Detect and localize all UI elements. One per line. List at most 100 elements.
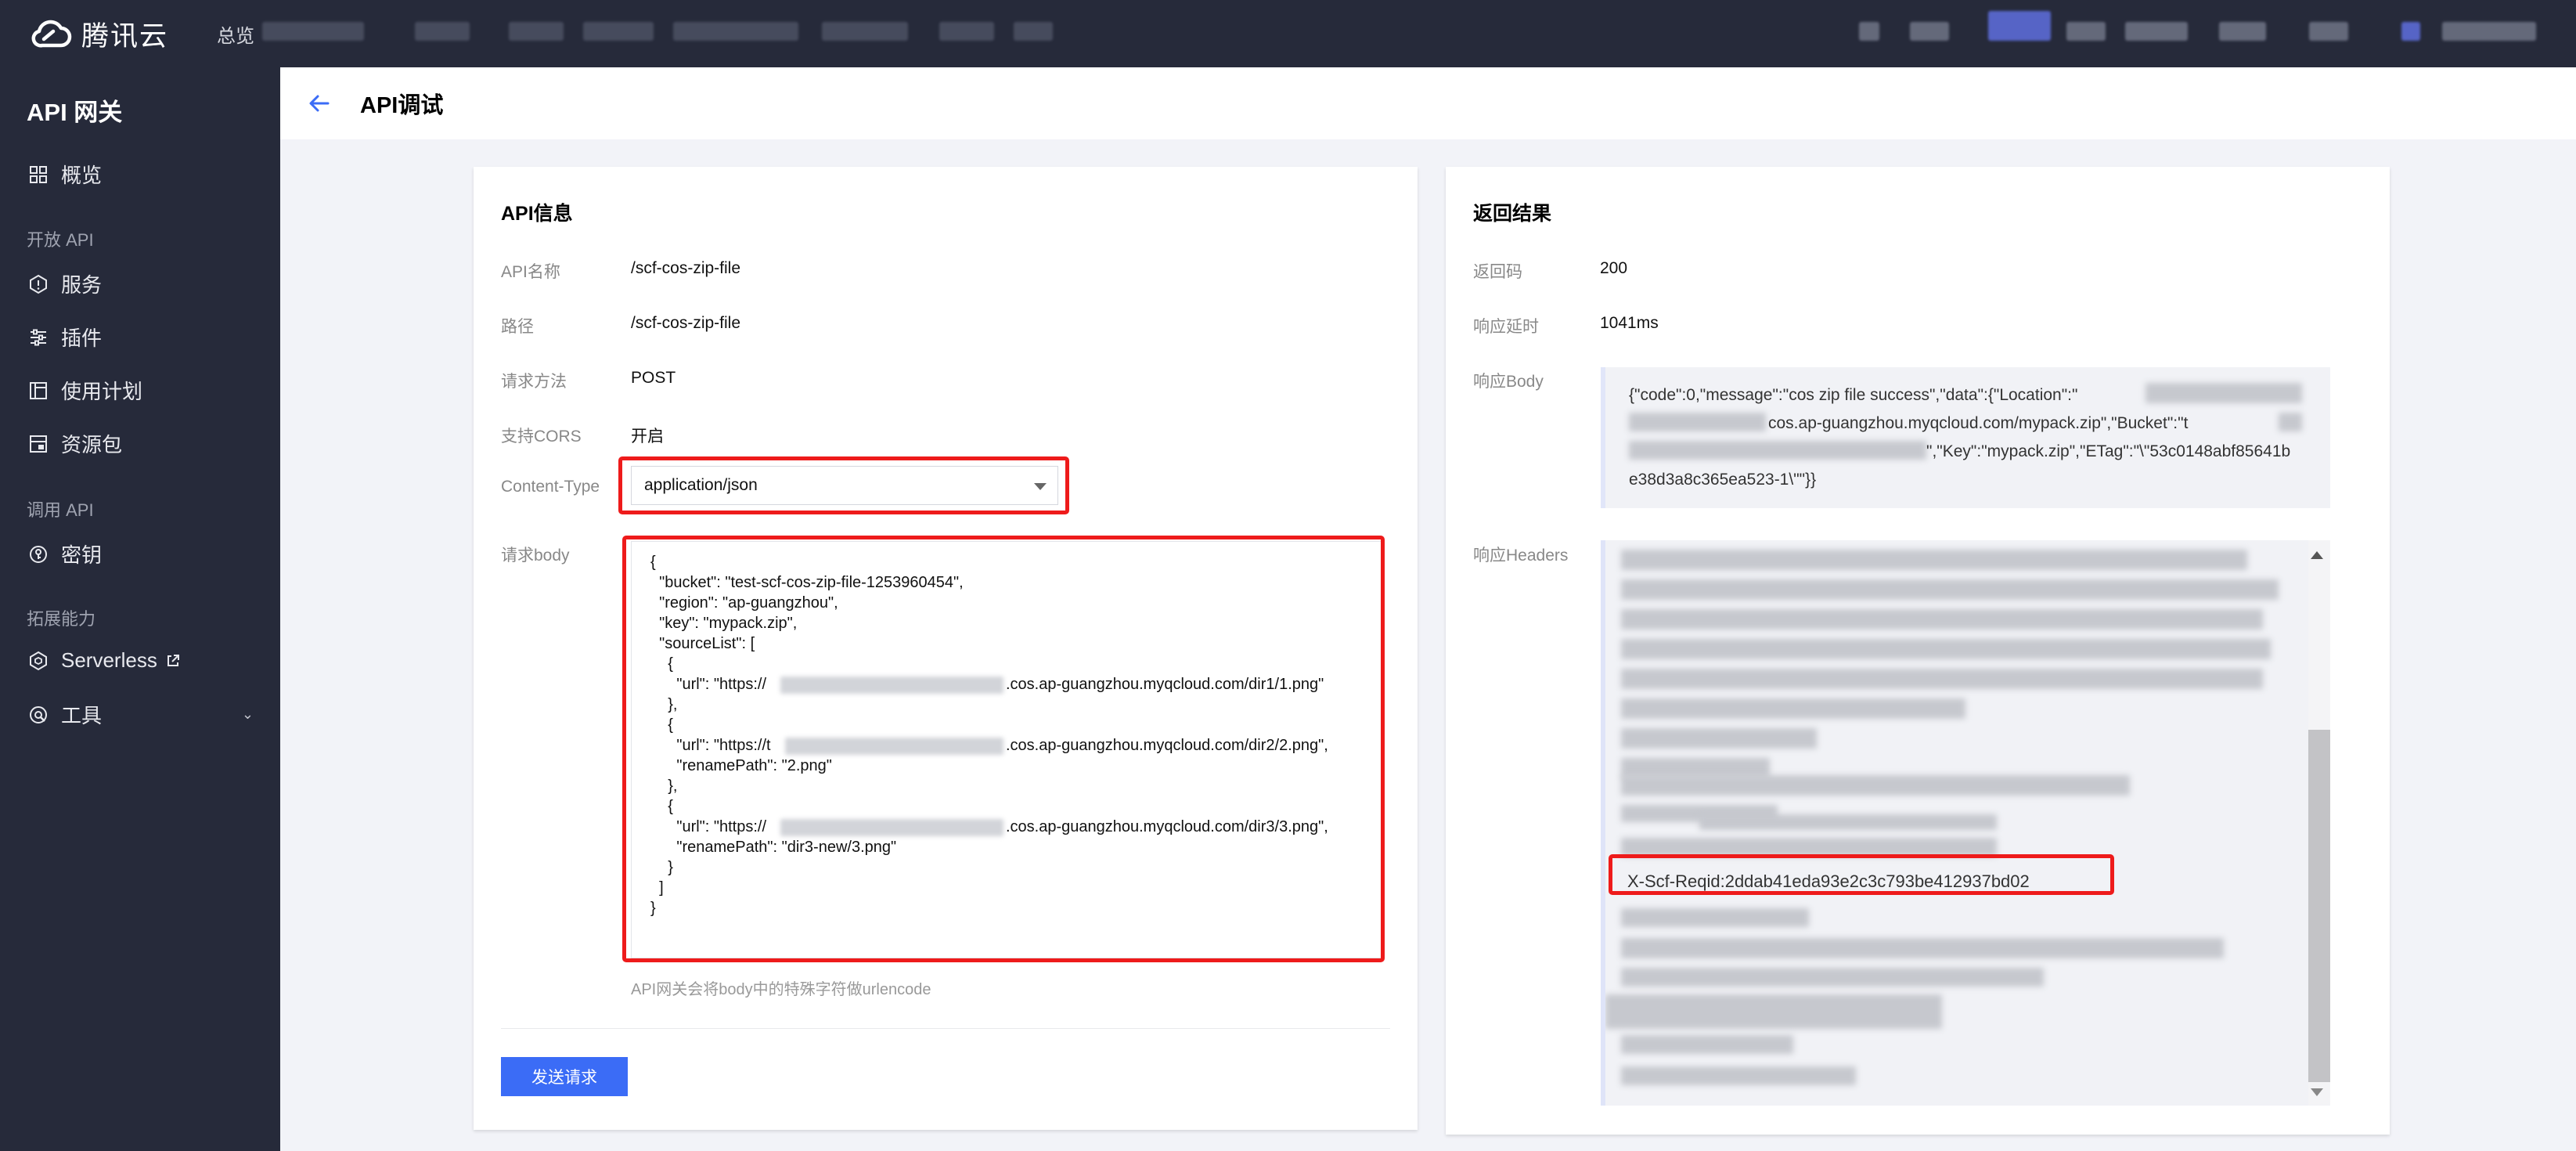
blurred-tool-item[interactable] — [2309, 22, 2348, 41]
blurred-url — [780, 819, 1003, 836]
content-type-select[interactable]: application/json — [631, 466, 1058, 505]
headers-scrollbar[interactable] — [2308, 540, 2330, 1106]
blurred-header-line — [1699, 814, 1997, 830]
blurred-header-line — [1621, 639, 2271, 659]
grid-icon — [27, 163, 50, 186]
api-name-value: /scf-cos-zip-file — [631, 259, 741, 277]
sidebar-group-extend: 拓展能力 — [27, 609, 96, 629]
scrollbar-thumb[interactable] — [2308, 730, 2330, 1082]
blurred-header-line — [1621, 1035, 1793, 1054]
scroll-down-arrow-icon[interactable] — [2311, 1088, 2323, 1096]
response-body-line: ","Key":"mypack.zip","ETag":"\"53c0148ab… — [1926, 442, 2291, 460]
result-card: 返回结果 返回码 200 响应延时 1041ms 响应Body {"code":… — [1446, 167, 2390, 1135]
sidebar-item-tools[interactable]: 工具 ⌄ — [27, 700, 261, 729]
plugin-icon — [27, 326, 50, 349]
blurred-header-line — [1621, 938, 2224, 958]
api-name-label: API名称 — [501, 263, 560, 281]
path-label: 路径 — [501, 318, 534, 336]
blurred-header-line — [1621, 609, 2263, 630]
sidebar-item-usage-plan[interactable]: 使用计划 — [27, 376, 261, 405]
blurred-tool-item[interactable] — [2125, 22, 2188, 41]
request-body-editor[interactable]: { "bucket": "test-scf-cos-zip-file-12539… — [631, 541, 1382, 958]
response-body-label: 响应Body — [1473, 373, 1544, 391]
response-headers-box[interactable]: X-Scf-Reqid:2ddab41eda93e2c3c793be412937… — [1601, 540, 2330, 1106]
code-line: } — [650, 859, 673, 876]
blurred-nav-item[interactable] — [415, 22, 470, 41]
content-type-label: Content-Type — [501, 478, 600, 496]
blurred-nav-item[interactable] — [1014, 22, 1053, 41]
blurred-nav-item[interactable] — [583, 22, 654, 41]
sidebar-item-service[interactable]: 服务 — [27, 269, 261, 298]
code-line: }, — [650, 696, 678, 713]
code-line: { — [650, 716, 673, 734]
blurred-tool-item[interactable] — [2219, 22, 2266, 41]
page-title: API调试 — [360, 93, 444, 118]
response-headers-label: 响应Headers — [1473, 547, 1569, 565]
blurred-nav-item[interactable] — [262, 22, 364, 41]
blurred-avatar[interactable] — [2401, 22, 2420, 41]
sidebar-group-open-api: 开放 API — [27, 230, 94, 250]
code-line: "sourceList": [ — [650, 635, 755, 652]
sidebar-item-label: 工具 — [61, 704, 103, 727]
blurred-header-line — [1621, 550, 2247, 570]
blurred-header-line — [1621, 579, 2279, 600]
latency-label: 响应延时 — [1473, 318, 1539, 336]
caret-down-icon — [1034, 483, 1047, 490]
sidebar-item-label: Serverless — [61, 648, 157, 672]
code-line: .cos.ap-guangzhou.myqcloud.com/dir1/1.pn… — [1006, 676, 1324, 693]
api-info-title: API信息 — [501, 203, 573, 225]
brand-logo[interactable]: 腾讯云 — [27, 14, 168, 54]
code-line: "bucket": "test-scf-cos-zip-file-1253960… — [650, 574, 964, 591]
path-value: /scf-cos-zip-file — [631, 314, 741, 332]
blurred-header-line — [1621, 838, 1997, 857]
send-request-button[interactable]: 发送请求 — [501, 1057, 628, 1096]
nav-overview-link[interactable]: 总览 — [217, 20, 254, 48]
method-value: POST — [631, 369, 676, 387]
package-icon — [27, 432, 50, 456]
response-body-line: e38d3a8c365ea523-1\""}} — [1629, 471, 1817, 489]
blurred-tool-item[interactable] — [1910, 22, 1949, 41]
code-line: "url": "https://t — [650, 737, 771, 754]
sidebar-item-overview[interactable]: 概览 — [27, 160, 261, 189]
top-navbar: 腾讯云 总览 — [0, 0, 2576, 67]
response-body-box[interactable]: {"code":0,"message":"cos zip file succes… — [1601, 367, 2330, 508]
blurred-nav-item[interactable] — [509, 22, 564, 41]
key-icon — [27, 543, 50, 566]
service-icon — [27, 272, 50, 296]
sidebar-item-plugin[interactable]: 插件 — [27, 323, 261, 352]
blurred-header-line — [1605, 994, 1942, 1029]
plan-icon — [27, 379, 50, 402]
blurred-tool-item[interactable] — [1859, 22, 1879, 41]
status-code-label: 返回码 — [1473, 263, 1522, 281]
cloud-logo-icon — [31, 20, 72, 48]
blurred-text — [2145, 383, 2302, 403]
blurred-username[interactable] — [2442, 22, 2536, 41]
scroll-up-arrow-icon[interactable] — [2311, 551, 2323, 559]
blurred-text — [1629, 413, 1766, 431]
code-line: { — [650, 798, 673, 815]
blurred-nav-item[interactable] — [673, 22, 798, 41]
tool-icon — [27, 703, 50, 727]
blurred-tool-item[interactable] — [2066, 22, 2106, 41]
response-body-line: {"code":0,"message":"cos zip file succes… — [1629, 386, 2078, 404]
cors-label: 支持CORS — [501, 428, 582, 446]
code-line: "renamePath": "dir3-new/3.png" — [650, 839, 897, 856]
sidebar-item-resource-package[interactable]: 资源包 — [27, 429, 261, 458]
page-header: API调试 — [280, 67, 2576, 139]
blurred-header-line — [1621, 968, 2044, 987]
blurred-nav-item[interactable] — [822, 22, 908, 41]
code-line: "renamePath": "2.png" — [650, 757, 832, 774]
back-arrow-icon[interactable] — [305, 89, 333, 117]
sidebar: API 网关 概览 开放 API 服务 插件 使用计划 资源包 调用 API 密… — [0, 67, 280, 1151]
sidebar-item-serverless[interactable]: Serverless — [27, 648, 261, 673]
sidebar-item-key[interactable]: 密钥 — [27, 539, 261, 568]
content-type-value: application/json — [644, 476, 758, 494]
request-id-text: X-Scf-Reqid:2ddab41eda93e2c3c793be412937… — [1627, 871, 2030, 891]
code-line: "url": "https:// — [650, 818, 767, 835]
response-body-line: cos.ap-guangzhou.myqcloud.com/mypack.zip… — [1768, 414, 2189, 432]
chevron-down-icon[interactable]: ⌄ — [242, 706, 254, 723]
blurred-tool-item[interactable] — [1988, 11, 2051, 41]
blurred-nav-item[interactable] — [939, 22, 994, 41]
blurred-header-line — [1621, 775, 2130, 796]
code-line: "key": "mypack.zip", — [650, 615, 798, 632]
